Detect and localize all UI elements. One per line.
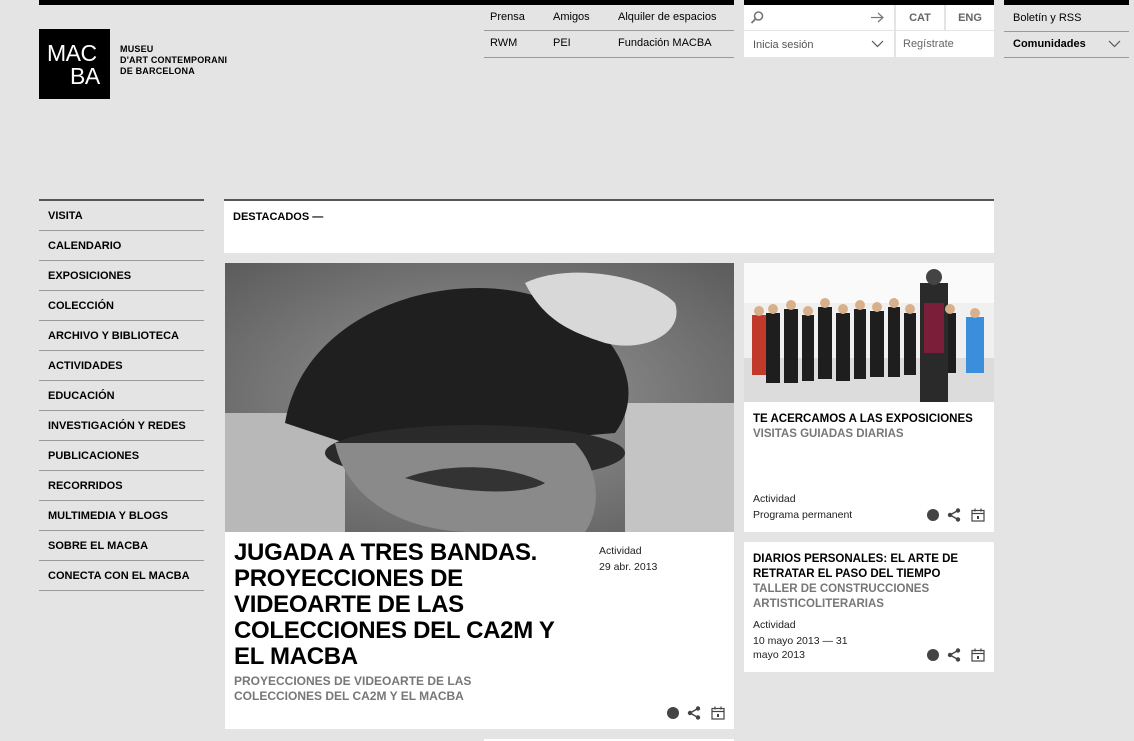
side-card-type: Actividad: [753, 493, 796, 505]
login-label: Inicia sesión: [753, 39, 814, 51]
nav-item-archivo[interactable]: ARCHIVO Y BIBLIOTECA: [39, 321, 204, 351]
arrow-right-icon[interactable]: [870, 12, 885, 23]
register-link[interactable]: Regístrate: [896, 31, 994, 57]
side-card-image[interactable]: [744, 263, 994, 402]
calendar-icon[interactable]: [971, 508, 985, 522]
side-card-photo: [744, 263, 994, 402]
right-links: Boletín y RSS Comunidades: [1004, 5, 1129, 58]
logo-name-line: DE BARCELONA: [120, 66, 195, 76]
nav-item-actividades[interactable]: ACTIVIDADES: [39, 351, 204, 381]
featured-subtitle: PROYECCIONES DE VIDEOARTE DE LAS COLECCI…: [234, 674, 472, 703]
logo-wordmark[interactable]: MUSEU D'ART CONTEMPORANI DE BARCELONA: [120, 44, 227, 77]
nav-item-investigacion[interactable]: INVESTIGACIÓN Y REDES: [39, 411, 204, 441]
lang-eng[interactable]: ENG: [946, 5, 994, 30]
link-alquiler[interactable]: Alquiler de espacios: [618, 11, 716, 23]
side-card-2[interactable]: DIARIOS PERSONALES: EL ARTE DE RETRATAR …: [744, 542, 994, 672]
featured-actions: [666, 706, 726, 720]
nav-item-exposiciones[interactable]: EXPOSICIONES: [39, 261, 204, 291]
side-card-date: Programa permanent: [753, 509, 853, 521]
dot-icon[interactable]: [666, 706, 680, 720]
featured-photo: [225, 263, 734, 532]
link-amigos[interactable]: Amigos: [553, 11, 590, 23]
featured-type: Actividad: [599, 545, 642, 557]
link-fundacion[interactable]: Fundación MACBA: [618, 37, 712, 49]
nav-item-publicaciones[interactable]: PUBLICACIONES: [39, 441, 204, 471]
calendar-icon[interactable]: [971, 648, 985, 662]
share-icon[interactable]: [687, 706, 701, 720]
logo-name-line: MUSEU: [120, 44, 154, 54]
nav-item-conecta[interactable]: CONECTA CON EL MACBA: [39, 561, 204, 591]
communities-dropdown[interactable]: Comunidades: [1004, 32, 1129, 57]
chevron-down-icon: [871, 40, 884, 48]
search-input[interactable]: [766, 8, 870, 28]
nav-item-educacion[interactable]: EDUCACIÓN: [39, 381, 204, 411]
nav-item-sobre[interactable]: SOBRE EL MACBA: [39, 531, 204, 561]
featured-image[interactable]: [225, 263, 734, 532]
featured-card[interactable]: JUGADA A TRES BANDAS. PROYECCIONES DE VI…: [225, 532, 734, 729]
side-card-actions: [926, 508, 986, 522]
destacados-header: DESTACADOS —: [224, 199, 994, 253]
side-card-type: Actividad: [753, 619, 796, 631]
link-newsletter[interactable]: Boletín y RSS: [1013, 12, 1081, 24]
link-prensa[interactable]: Prensa: [490, 11, 525, 23]
side-card-actions: [926, 648, 986, 662]
nav-item-visita[interactable]: VISITA: [39, 201, 204, 231]
dot-icon[interactable]: [926, 508, 940, 522]
search-box: [744, 5, 894, 30]
side-card-title: TE ACERCAMOS A LAS EXPOSICIONES: [753, 413, 973, 425]
nav-item-coleccion[interactable]: COLECCIÓN: [39, 291, 204, 321]
dot-icon[interactable]: [926, 648, 940, 662]
section-title: DESTACADOS —: [233, 211, 324, 223]
nav-item-multimedia[interactable]: MULTIMEDIA Y BLOGS: [39, 501, 204, 531]
main-nav: VISITA CALENDARIO EXPOSICIONES COLECCIÓN…: [39, 199, 204, 591]
link-pei[interactable]: PEI: [553, 37, 571, 49]
logo-mark-line1: MAC: [47, 40, 97, 66]
macba-logo[interactable]: MAC BA: [39, 29, 110, 99]
chevron-down-icon: [1108, 40, 1121, 48]
register-label: Regístrate: [903, 38, 954, 50]
featured-title: JUGADA A TRES BANDAS. PROYECCIONES DE VI…: [234, 539, 555, 670]
top-links: Prensa Amigos Alquiler de espacios RWM P…: [484, 5, 734, 58]
search-icon: [750, 11, 764, 24]
nav-item-calendario[interactable]: CALENDARIO: [39, 231, 204, 261]
communities-label: Comunidades: [1013, 38, 1086, 50]
side-card-1[interactable]: TE ACERCAMOS A LAS EXPOSICIONES VISITAS …: [744, 402, 994, 532]
side-card-subtitle: VISITAS GUIADAS DIARIAS: [753, 428, 904, 440]
share-icon[interactable]: [947, 508, 961, 522]
side-card-date-end: mayo 2013: [753, 649, 805, 661]
nav-item-recorridos[interactable]: RECORRIDOS: [39, 471, 204, 501]
featured-date: 29 abr. 2013: [599, 561, 658, 573]
link-rwm[interactable]: RWM: [490, 37, 517, 49]
login-dropdown[interactable]: Inicia sesión: [744, 31, 894, 57]
logo-name-line: D'ART CONTEMPORANI: [120, 55, 228, 65]
lang-cat[interactable]: CAT: [896, 5, 944, 30]
calendar-icon[interactable]: [711, 706, 725, 720]
side-card-subtitle: TALLER DE CONSTRUCCIONES ARTISTICOLITERA…: [753, 583, 930, 610]
share-icon[interactable]: [947, 648, 961, 662]
logo-mark-line2: BA: [70, 63, 100, 89]
side-card-title: DIARIOS PERSONALES: EL ARTE DE RETRATAR …: [753, 553, 959, 580]
